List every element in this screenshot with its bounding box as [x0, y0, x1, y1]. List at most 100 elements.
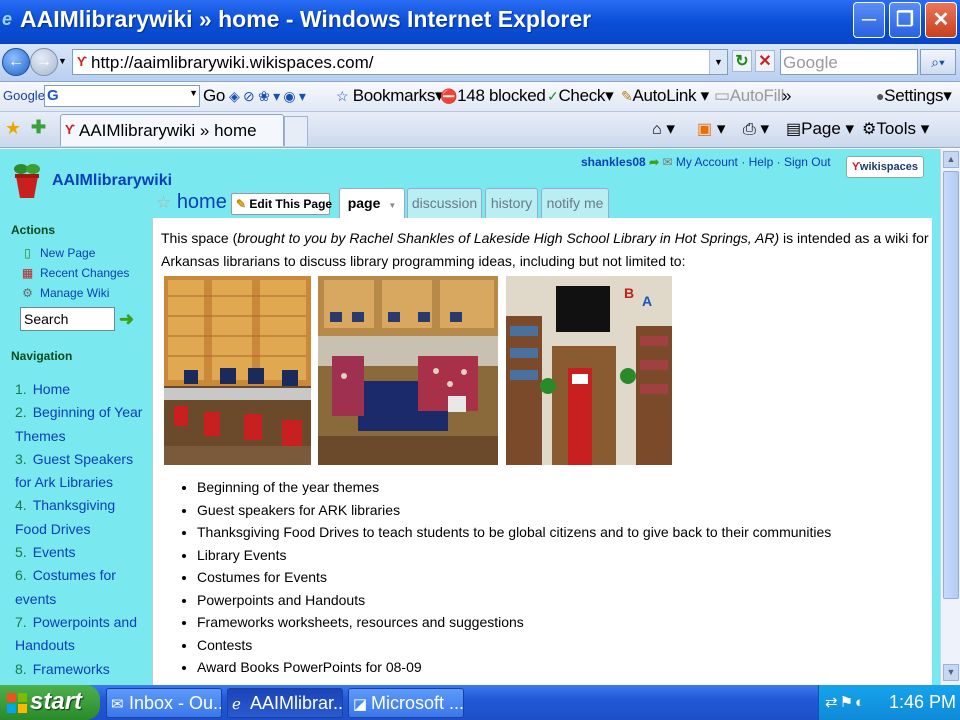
tab-page[interactable]: page ▼ — [339, 188, 405, 219]
nav-number: 8. — [15, 660, 27, 677]
home-button[interactable]: ⌂ ▾ — [652, 119, 675, 139]
google-go-button[interactable]: Go — [203, 86, 225, 106]
address-url[interactable]: http://aaimlibrarywiki.wikispaces.com/ — [91, 53, 373, 73]
list-item: Costumes for Events — [197, 566, 831, 589]
topics-list: Beginning of the year themes Guest speak… — [179, 476, 831, 679]
ie-logo-icon: e — [2, 9, 13, 29]
autolink-icon: ✎ — [621, 88, 633, 104]
wiki-name[interactable]: AAIMlibrarywiki — [52, 172, 172, 190]
nav-item-events[interactable]: 5. Events — [15, 541, 150, 564]
google-dropdown-icon[interactable]: ▼ — [189, 88, 198, 98]
refresh-button[interactable]: ↻ — [732, 50, 752, 72]
autofill-button[interactable]: ▭AutoFill — [714, 86, 784, 106]
scroll-down-icon[interactable]: ▼ — [943, 664, 959, 681]
start-label: start — [30, 688, 83, 715]
help-link[interactable]: Help — [749, 155, 774, 169]
username-link[interactable]: shankles08 — [581, 155, 646, 169]
list-item: Guest speakers for ARK libraries — [197, 499, 831, 522]
nav-label: Thanksgiving Food Drives — [15, 497, 116, 537]
favorite-star-icon[interactable]: ☆ — [156, 193, 171, 212]
settings-label: Settings — [884, 86, 944, 105]
scroll-up-icon[interactable]: ▲ — [943, 151, 959, 168]
popup-blocker-button[interactable]: ⛔148 blocked — [440, 86, 546, 106]
autofill-icon: ▭ — [714, 86, 730, 105]
close-button[interactable]: ✕ — [925, 2, 957, 38]
new-tab-button[interactable] — [284, 116, 308, 146]
nav-label: Costumes for events — [15, 567, 116, 607]
browser-tab-current[interactable]: ϒ AAIMlibrarywiki » home — [60, 114, 284, 146]
nav-item-thanksgiving[interactable]: 4. Thanksgiving Food Drives — [15, 494, 150, 541]
library-reading-area-photo — [318, 276, 498, 465]
tools-menu[interactable]: ⚙Tools ▾ — [862, 119, 929, 139]
feeds-button[interactable]: ▣ ▾ — [697, 119, 725, 139]
address-bar[interactable]: ϒ http://aaimlibrarywiki.wikispaces.com/… — [72, 49, 728, 75]
tab-discussion[interactable]: discussion — [407, 188, 482, 218]
back-button[interactable]: ← — [2, 48, 30, 76]
history-dropdown-icon[interactable]: ▼ — [58, 56, 67, 66]
toolbar-more-button[interactable]: » — [782, 86, 791, 106]
intro-text-italic: brought to you by Rachel Shankles of Lak… — [237, 230, 780, 246]
my-account-link[interactable]: My Account — [676, 155, 738, 169]
page-content: This space (brought to you by Rachel Sha… — [152, 218, 932, 685]
maximize-button[interactable]: ❐ — [889, 2, 921, 38]
mail-icon[interactable]: ✉ — [662, 155, 675, 169]
tray-icons[interactable]: ⇄⚑◐ — [825, 693, 866, 711]
wiki-logo-icon — [14, 164, 40, 198]
recent-changes-link[interactable]: Recent Changes — [40, 266, 129, 280]
list-item: Thanksgiving Food Drives to teach studen… — [197, 521, 831, 544]
search-input[interactable]: Google — [780, 49, 918, 75]
autolink-button[interactable]: ✎AutoLink ▾ — [621, 86, 709, 106]
manage-wiki-link[interactable]: Manage Wiki — [40, 286, 109, 300]
search-go-arrow-icon[interactable]: ➜ — [119, 310, 134, 328]
new-page-link[interactable]: New Page — [40, 246, 95, 260]
window-title: AAIMlibrarywiki » home - Windows Interne… — [20, 6, 592, 32]
tools-menu-label: Tools — [876, 119, 917, 138]
wiki-search-input[interactable]: Search — [20, 307, 115, 331]
autolink-label: AutoLink — [632, 86, 697, 105]
intro-text-start: This space ( — [161, 230, 238, 246]
tab-history[interactable]: history — [485, 188, 538, 218]
nav-item-guest-speakers[interactable]: 3. Guest Speakers for Ark Libraries — [15, 448, 150, 495]
arrow-icon: ➦ — [649, 155, 663, 169]
print-button[interactable]: ⎙ ▾ — [743, 119, 769, 139]
sign-out-link[interactable]: Sign Out — [784, 155, 831, 169]
scroll-thumb[interactable] — [943, 171, 959, 599]
nav-item-frameworks[interactable]: 8.Frameworks Resources — [15, 658, 150, 685]
taskbar-item-microsoft[interactable]: ◪ Microsoft ... — [348, 688, 464, 718]
edit-page-button[interactable]: ✎ Edit This Page — [231, 193, 332, 215]
nav-number: 5. — [15, 544, 27, 561]
forward-button[interactable]: → — [30, 48, 58, 76]
address-dropdown-icon[interactable]: ▼ — [709, 50, 727, 74]
settings-button[interactable]: ●Settings▾ — [876, 86, 952, 106]
nav-item-powerpoints[interactable]: 7. Powerpoints and Handouts — [15, 611, 150, 658]
pencil-icon: ✎ — [236, 197, 247, 211]
nav-item-beginning-of-year[interactable]: 2. Beginning of Year Themes — [15, 401, 150, 448]
add-favorites-icon[interactable]: ✚ — [31, 117, 46, 138]
start-button[interactable]: start — [0, 685, 100, 720]
bookmarks-button[interactable]: ☆ Bookmarks▾ — [336, 86, 444, 106]
nav-item-costumes[interactable]: 6. Costumes for events — [15, 564, 150, 611]
favorites-star-icon[interactable]: ★ — [5, 118, 21, 139]
nav-label: Home — [32, 381, 71, 397]
tab-dropdown-icon[interactable]: ▼ — [388, 201, 396, 210]
taskbar-item-inbox[interactable]: ✉ Inbox - Ou... — [106, 688, 222, 718]
new-page-icon: ▯ — [24, 246, 31, 260]
vertical-scrollbar[interactable]: ▲ ▼ — [940, 149, 960, 685]
wikispaces-badge[interactable]: ϒ wikispaces — [846, 156, 924, 178]
stop-button[interactable]: ✕ — [755, 50, 775, 72]
list-item: Contests — [197, 634, 831, 657]
toolbar-extras-icons[interactable]: ◈ ⊘ ❀ ▾ ◉ ▾ — [229, 86, 306, 106]
google-search-input[interactable]: G ▼ — [44, 85, 200, 107]
search-placeholder: Google — [783, 53, 838, 72]
home-icon: ⌂ — [652, 121, 662, 138]
search-button[interactable]: ⌕▾ — [920, 49, 956, 75]
tab-notify-me[interactable]: notify me — [541, 188, 609, 218]
page-menu[interactable]: ▤Page ▾ — [786, 119, 854, 139]
nav-label: Powerpoints and Handouts — [15, 613, 137, 654]
minimize-button[interactable]: ─ — [853, 2, 885, 38]
page-title: ☆ home — [156, 191, 227, 214]
taskbar-item-browser[interactable]: ℯ AAIMlibrar... — [227, 688, 343, 718]
nav-item-home[interactable]: 1. Home — [15, 378, 150, 401]
nav-label: Beginning of Year Themes — [15, 404, 143, 444]
spellcheck-button[interactable]: ✓Check▾ — [547, 86, 614, 106]
